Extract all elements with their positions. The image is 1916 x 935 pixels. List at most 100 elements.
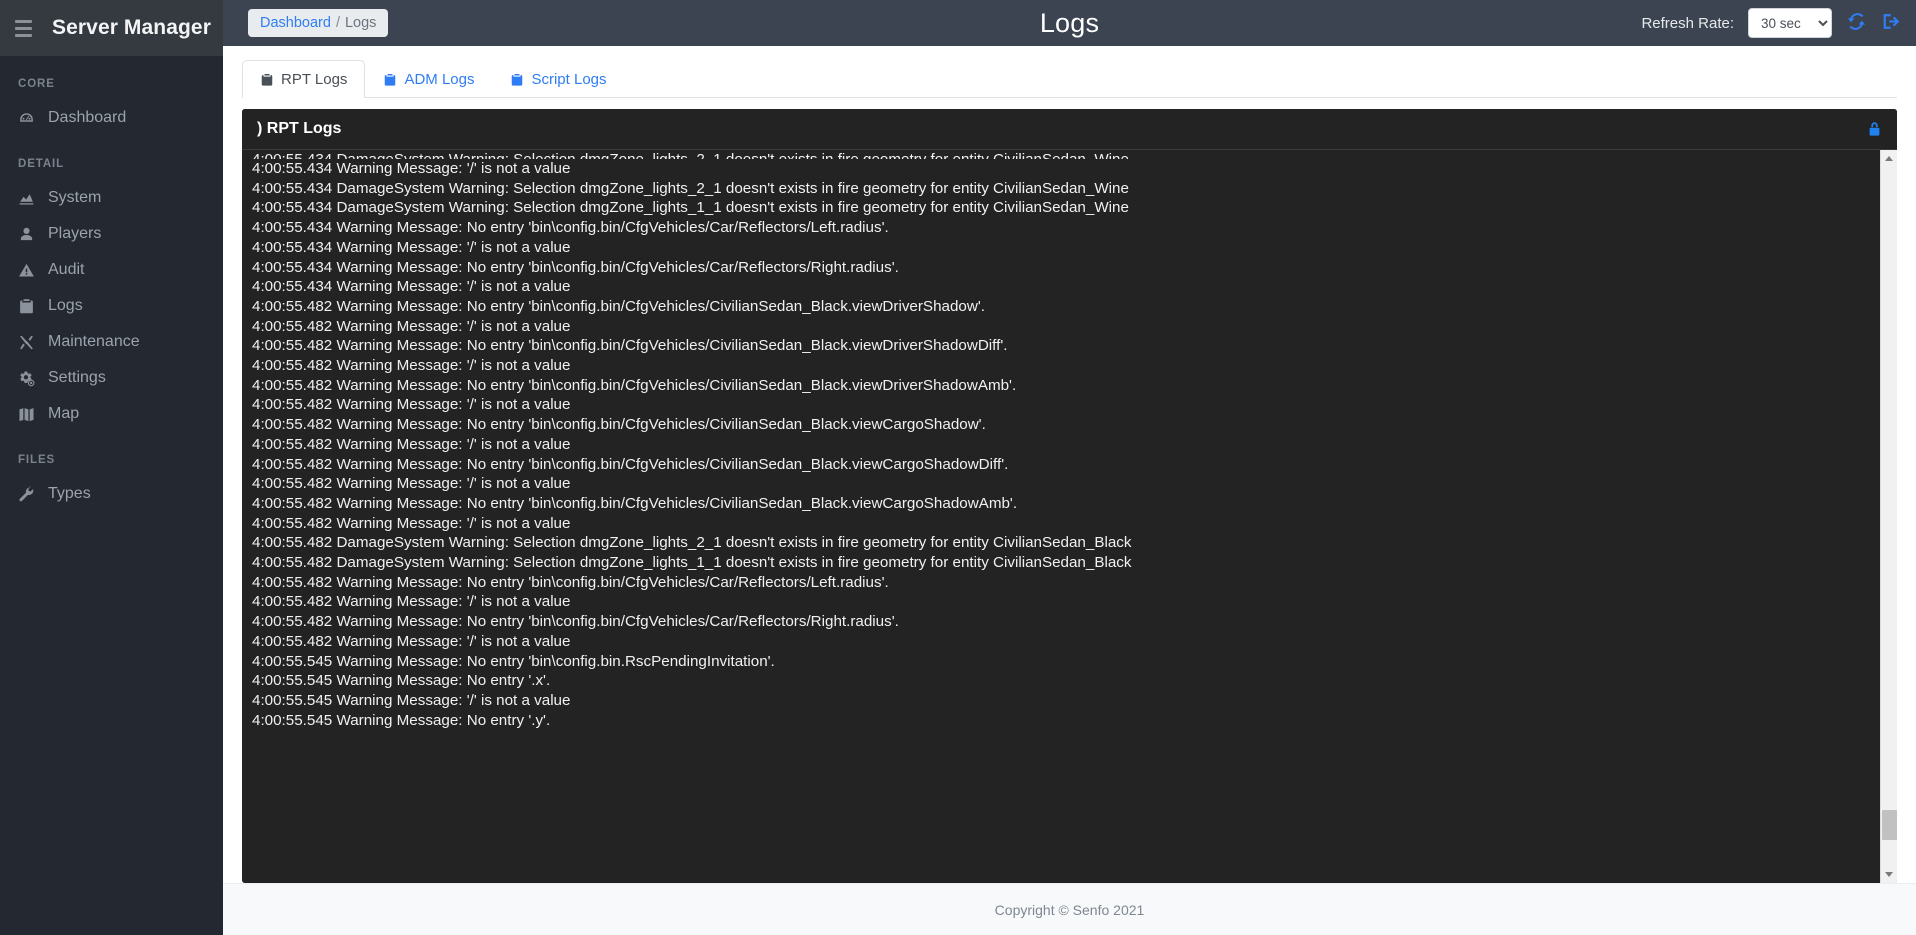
log-line: 4:00:55.434 Warning Message: No entry 'b… bbox=[252, 258, 899, 276]
clipboard-icon bbox=[18, 298, 40, 315]
log-line: 4:00:55.482 Warning Message: '/' is not … bbox=[252, 632, 571, 650]
log-line: 4:00:55.482 Warning Message: No entry 'b… bbox=[252, 613, 899, 631]
breadcrumb-current: Logs bbox=[344, 15, 377, 31]
refresh-button[interactable] bbox=[1846, 11, 1867, 35]
scrollbar-track[interactable] bbox=[1881, 167, 1898, 866]
log-line: 4:00:55.545 Warning Message: No entry 'b… bbox=[252, 652, 775, 670]
log-line: 4:00:55.482 Warning Message: '/' is not … bbox=[252, 396, 571, 414]
clipboard-icon bbox=[510, 73, 524, 87]
log-panel-header: ) RPT Logs bbox=[242, 109, 1897, 150]
scroll-down-arrow-icon[interactable] bbox=[1880, 866, 1897, 883]
log-line: 4:00:55.482 DamageSystem Warning: Select… bbox=[252, 554, 1132, 572]
log-line: 4:00:55.482 Warning Message: No entry 'b… bbox=[252, 573, 889, 591]
sidebar-item-logs[interactable]: Logs bbox=[0, 288, 223, 324]
sidebar-item-label: Maintenance bbox=[48, 333, 140, 350]
log-line: 4:00:55.482 Warning Message: '/' is not … bbox=[252, 475, 571, 493]
log-panel-title: ) RPT Logs bbox=[257, 120, 342, 137]
sidebar-item-dashboard[interactable]: Dashboard bbox=[0, 100, 223, 136]
breadcrumb-separator: / bbox=[335, 15, 340, 31]
refresh-rate-label: Refresh Rate: bbox=[1641, 14, 1734, 32]
log-line: 4:00:55.545 Warning Message: No entry '.… bbox=[252, 672, 551, 690]
log-line: 4:00:55.545 Warning Message: No entry '.… bbox=[252, 711, 551, 729]
log-line-clipped: 4:00:55.434 DamageSystem Warning: Select… bbox=[252, 150, 1874, 159]
gears-icon bbox=[18, 370, 40, 387]
main-area: Dashboard / Logs Logs Refresh Rate: 30 sec bbox=[223, 0, 1916, 935]
sidebar-item-map[interactable]: Map bbox=[0, 396, 223, 432]
log-line: 4:00:55.482 Warning Message: No entry 'b… bbox=[252, 376, 1017, 394]
sidebar-section-files: FILES bbox=[18, 454, 56, 466]
wrench-icon bbox=[18, 485, 40, 503]
sidebar-item-label: Audit bbox=[48, 261, 85, 278]
topbar: Dashboard / Logs Logs Refresh Rate: 30 sec bbox=[223, 0, 1916, 46]
log-line: 4:00:55.482 Warning Message: No entry 'b… bbox=[252, 494, 1018, 512]
footer: Copyright © Senfo 2021 bbox=[223, 883, 1916, 935]
scroll-up-arrow-icon[interactable] bbox=[1880, 150, 1897, 167]
log-line: 4:00:55.434 Warning Message: '/' is not … bbox=[252, 238, 571, 256]
sidebar-item-label: Settings bbox=[48, 369, 106, 386]
sync-refresh-icon bbox=[1846, 11, 1867, 35]
sidebar-item-label: Logs bbox=[48, 297, 83, 314]
log-scrollbar[interactable] bbox=[1880, 150, 1897, 883]
log-line: 4:00:55.482 Warning Message: '/' is not … bbox=[252, 317, 571, 335]
sidebar-item-label: Types bbox=[48, 485, 91, 502]
refresh-rate-select[interactable]: 30 sec bbox=[1748, 8, 1832, 38]
lock-icon[interactable] bbox=[1866, 121, 1883, 138]
sidebar-item-label: Players bbox=[48, 225, 102, 242]
breadcrumb: Dashboard / Logs bbox=[248, 9, 389, 37]
tab-label: Script Logs bbox=[531, 71, 607, 88]
app-root: Server Manager CORE Dashboard DETAIL Sys… bbox=[0, 0, 1916, 935]
app-brand-title: Server Manager bbox=[52, 16, 211, 39]
content-area: RPT Logs ADM Logs Script Logs ) RPT Logs… bbox=[223, 46, 1916, 883]
clipboard-icon bbox=[260, 73, 274, 87]
log-line: 4:00:55.434 Warning Message: '/' is not … bbox=[252, 160, 571, 177]
tab-script-logs[interactable]: Script Logs bbox=[492, 60, 624, 98]
breadcrumb-dashboard-link[interactable]: Dashboard bbox=[260, 15, 331, 31]
hamburger-icon[interactable] bbox=[8, 13, 38, 43]
sidebar-item-label: System bbox=[48, 189, 102, 206]
dashboard-gauge-icon bbox=[18, 110, 40, 127]
sidebar-item-label: Dashboard bbox=[48, 109, 127, 126]
map-icon bbox=[18, 406, 40, 423]
log-line: 4:00:55.482 Warning Message: '/' is not … bbox=[252, 435, 571, 453]
sidebar-item-system[interactable]: System bbox=[0, 180, 223, 216]
log-line: 4:00:55.545 Warning Message: '/' is not … bbox=[252, 691, 571, 709]
tab-adm-logs[interactable]: ADM Logs bbox=[365, 60, 492, 98]
rpt-log-card: ) RPT Logs 4:00:55.434 DamageSystem Warn… bbox=[242, 109, 1897, 883]
sidebar-item-audit[interactable]: Audit bbox=[0, 252, 223, 288]
sidebar-section-core: CORE bbox=[18, 78, 55, 90]
tab-label: ADM Logs bbox=[404, 71, 475, 88]
log-line-list[interactable]: 4:00:55.434 DamageSystem Warning: Select… bbox=[242, 150, 1880, 883]
sidebar-item-maintenance[interactable]: Maintenance bbox=[0, 324, 223, 360]
log-line: 4:00:55.482 Warning Message: No entry 'b… bbox=[252, 455, 1009, 473]
log-line: 4:00:55.434 Warning Message: '/' is not … bbox=[252, 278, 571, 296]
sidebar-brand-row: Server Manager bbox=[0, 0, 223, 56]
sidebar-item-players[interactable]: Players bbox=[0, 216, 223, 252]
sidebar-item-types[interactable]: Types bbox=[0, 476, 223, 512]
sidebar: Server Manager CORE Dashboard DETAIL Sys… bbox=[0, 0, 223, 935]
sidebar-section-detail: DETAIL bbox=[18, 158, 65, 170]
sidebar-item-settings[interactable]: Settings bbox=[0, 360, 223, 396]
log-line: 4:00:55.434 DamageSystem Warning: Select… bbox=[252, 199, 1129, 217]
copyright-text: Copyright © Senfo 2021 bbox=[994, 901, 1145, 918]
log-line: 4:00:55.482 Warning Message: No entry 'b… bbox=[252, 416, 986, 434]
log-panel-body: 4:00:55.434 DamageSystem Warning: Select… bbox=[242, 150, 1897, 883]
log-line: 4:00:55.434 DamageSystem Warning: Select… bbox=[252, 179, 1129, 197]
log-line: 4:00:55.482 Warning Message: No entry 'b… bbox=[252, 297, 985, 315]
log-line: 4:00:55.482 Warning Message: '/' is not … bbox=[252, 357, 571, 375]
tab-rpt-logs[interactable]: RPT Logs bbox=[242, 60, 366, 98]
sidebar-item-label: Map bbox=[48, 405, 80, 422]
logout-button[interactable] bbox=[1881, 11, 1902, 35]
tools-icon bbox=[18, 334, 40, 351]
log-tabs: RPT Logs ADM Logs Script Logs bbox=[242, 60, 1897, 98]
log-line: 4:00:55.434 Warning Message: No entry 'b… bbox=[252, 219, 889, 237]
clipboard-icon bbox=[383, 73, 397, 87]
tab-label: RPT Logs bbox=[281, 71, 348, 88]
topbar-controls: Refresh Rate: 30 sec bbox=[1641, 8, 1902, 38]
scrollbar-thumb[interactable] bbox=[1881, 810, 1897, 840]
log-line: 4:00:55.482 Warning Message: '/' is not … bbox=[252, 593, 571, 611]
user-icon bbox=[18, 226, 40, 243]
log-line: 4:00:55.482 DamageSystem Warning: Select… bbox=[252, 534, 1132, 552]
warning-triangle-icon bbox=[18, 262, 40, 279]
log-line: 4:00:55.482 Warning Message: '/' is not … bbox=[252, 514, 571, 532]
sidebar-nav: CORE Dashboard DETAIL System Players Aud… bbox=[0, 56, 223, 512]
